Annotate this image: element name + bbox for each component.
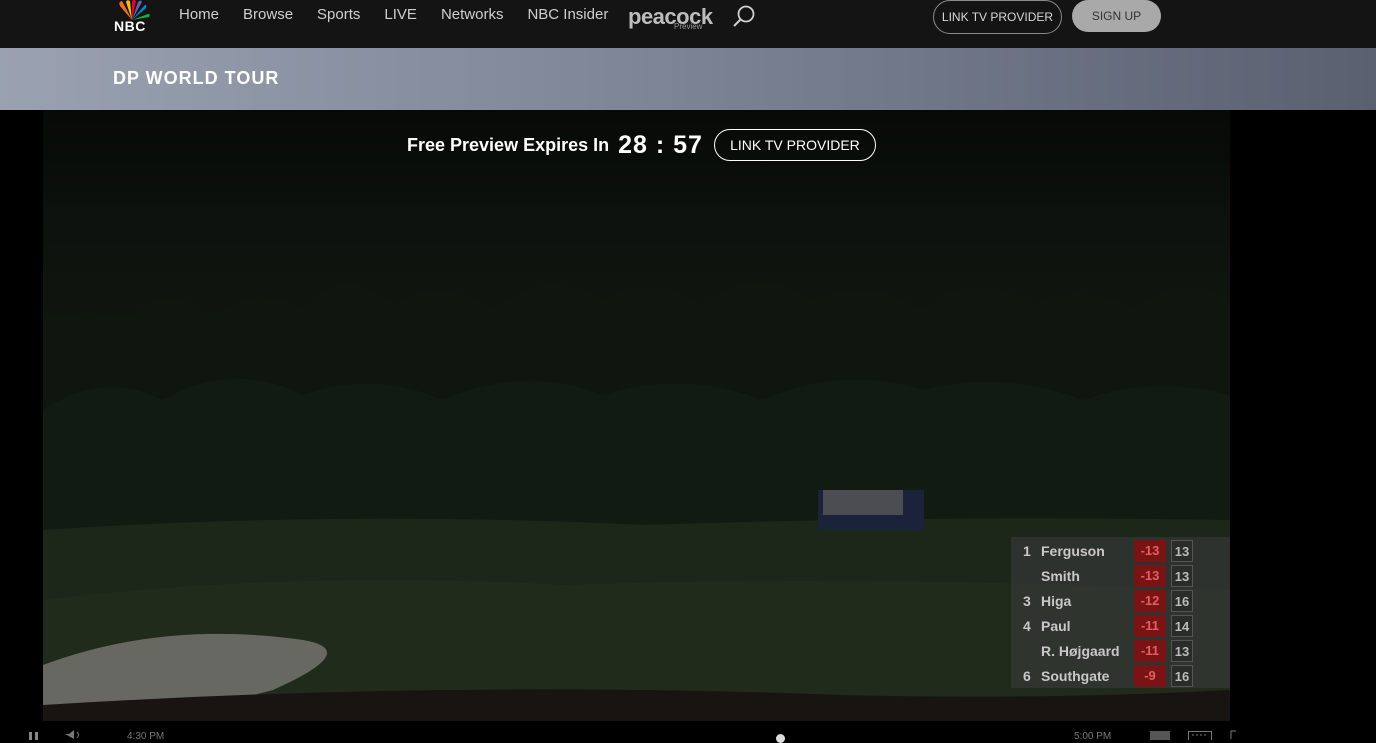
player-control-bar: 4:30 PM 5:00 PM	[0, 721, 1376, 743]
sign-up-button[interactable]: SIGN UP	[1072, 0, 1161, 32]
page-title: DP WORLD TOUR	[113, 68, 280, 88]
leaderboard-thru: 13	[1171, 540, 1193, 562]
fullscreen-icon[interactable]	[1230, 729, 1242, 742]
leaderboard-row: 3 Higa -12 16	[1011, 589, 1230, 614]
nav-sports[interactable]: Sports	[317, 6, 360, 23]
peacock-preview-label: Preview	[674, 22, 703, 31]
nav-links: Home Browse Sports LIVE Networks NBC Ins…	[179, 6, 632, 23]
leaderboard-thru: 13	[1171, 565, 1193, 587]
nbc-logo-text: NBC	[114, 18, 146, 34]
nav-live[interactable]: LIVE	[384, 6, 417, 23]
leaderboard-row: 6 Southgate -9 16	[1011, 664, 1230, 689]
start-time: 4:30 PM	[127, 731, 165, 742]
nav-browse[interactable]: Browse	[243, 6, 293, 23]
leaderboard-position: 4	[1023, 618, 1031, 634]
leaderboard-position: 6	[1023, 668, 1031, 684]
leaderboard-player: Smith	[1041, 568, 1080, 584]
preview-label: Free Preview Expires In	[407, 134, 610, 155]
leaderboard-player: Ferguson	[1041, 543, 1105, 559]
leaderboard: 1 Ferguson -13 13 Smith -13 13 3 Higa -1…	[1011, 537, 1230, 688]
leaderboard-position: 1	[1023, 543, 1031, 559]
leaderboard-score: -12	[1134, 590, 1166, 612]
leaderboard-row: Smith -13 13	[1011, 564, 1230, 589]
leaderboard-player: Higa	[1041, 593, 1072, 609]
keyboard-icon[interactable]	[1188, 730, 1212, 743]
free-preview-banner: Free Preview Expires In 28 : 57 LINK TV …	[407, 128, 876, 162]
leaderboard-player: Paul	[1041, 618, 1071, 634]
nav-home[interactable]: Home	[179, 6, 219, 23]
leaderboard-thru: 14	[1171, 615, 1193, 637]
leaderboard-thru: 16	[1171, 665, 1193, 687]
end-time: 5:00 PM	[1074, 731, 1112, 742]
top-navigation: NBC Home Browse Sports LIVE Networks NBC…	[0, 0, 1376, 48]
preview-link-tv-provider-button[interactable]: LINK TV PROVIDER	[713, 129, 876, 161]
leaderboard-position: 3	[1023, 593, 1031, 609]
leaderboard-player: R. Højgaard	[1041, 643, 1120, 659]
leaderboard-thru: 13	[1171, 640, 1193, 662]
search-icon[interactable]	[731, 4, 757, 30]
nav-networks[interactable]: Networks	[441, 6, 504, 23]
leaderboard-score: -11	[1134, 640, 1166, 662]
link-tv-provider-button[interactable]: LINK TV PROVIDER	[933, 0, 1062, 34]
leaderboard-row: R. Højgaard -11 13	[1011, 639, 1230, 664]
video-player[interactable]: 1 Ferguson -13 13 Smith -13 13 3 Higa -1…	[43, 110, 1230, 721]
preview-countdown: 28 : 57	[618, 130, 703, 159]
leaderboard-row: 1 Ferguson -13 13	[1011, 539, 1230, 564]
nav-nbc-insider[interactable]: NBC Insider	[527, 6, 608, 23]
leaderboard-player: Southgate	[1041, 668, 1110, 684]
leaderboard-score: -11	[1134, 615, 1166, 637]
leaderboard-thru: 16	[1171, 590, 1193, 612]
volume-icon[interactable]	[64, 729, 84, 742]
title-band: DP WORLD TOUR	[0, 48, 1376, 110]
leaderboard-row: 4 Paul -11 14	[1011, 614, 1230, 639]
scrub-handle[interactable]	[776, 734, 785, 743]
leaderboard-score: -13	[1134, 565, 1166, 587]
leaderboard-score: -13	[1134, 540, 1166, 562]
leaderboard-score: -9	[1134, 665, 1166, 687]
pause-icon[interactable]	[28, 730, 40, 743]
captions-icon[interactable]	[1150, 730, 1170, 743]
